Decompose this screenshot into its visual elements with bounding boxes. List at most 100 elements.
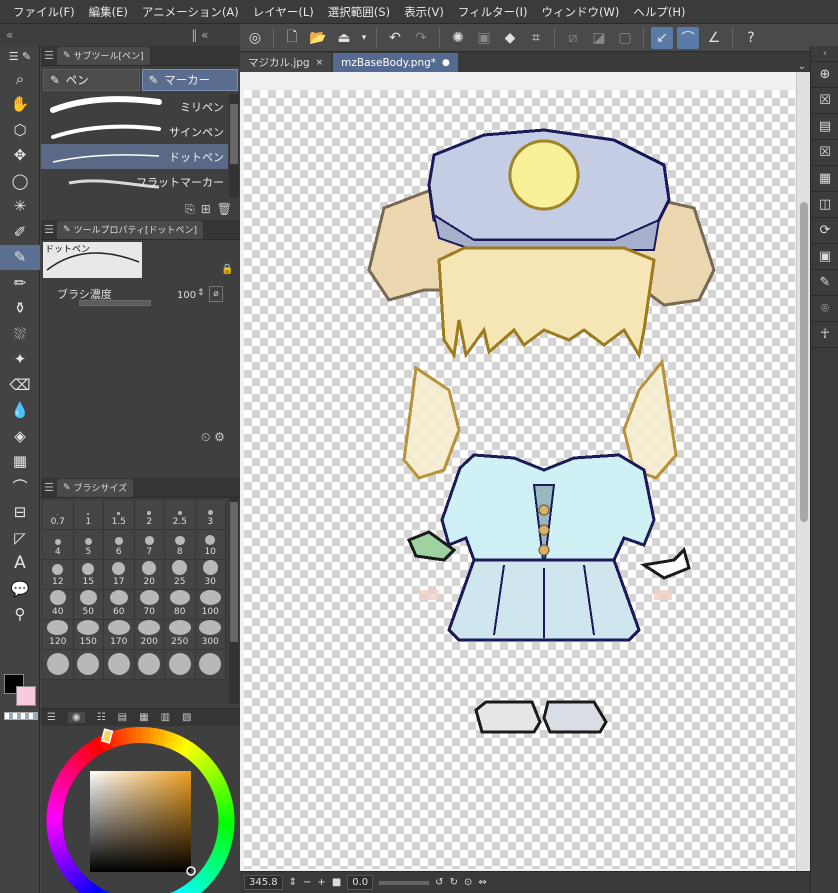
brush-size-cell[interactable]: 50 (73, 590, 104, 620)
camera-icon[interactable]: ⌾ (811, 296, 838, 322)
menu-icon[interactable]: ☰ ✎ (0, 46, 40, 66)
menu-item-1[interactable]: 編集(E) (82, 4, 135, 20)
open-file-icon[interactable]: 📂 (307, 27, 329, 49)
clip-studio-icon[interactable]: ◎ (244, 27, 266, 49)
save-icon[interactable]: ⏏ (333, 27, 355, 49)
brush-size-cell[interactable]: 1 (73, 500, 104, 530)
brush-size-cell[interactable]: 170 (104, 620, 135, 650)
undo-icon[interactable]: ↶ (384, 27, 406, 49)
menu-item-3[interactable]: レイヤー(L) (246, 4, 321, 20)
menu-item-4[interactable]: 選択範囲(S) (321, 4, 397, 20)
brush-size-cell[interactable]: 250 (165, 620, 196, 650)
snap-ruler-icon[interactable]: ↙ (651, 26, 673, 49)
brush-size-cell[interactable]: 100 (195, 590, 226, 620)
brush-size-cell[interactable]: 150 (73, 620, 104, 650)
panel-menu-icon[interactable]: ☰ (41, 223, 57, 236)
copy-subtool-icon[interactable]: ⎘ (185, 202, 195, 217)
zoom-level[interactable]: 345.8 (244, 875, 283, 890)
close-tab-icon[interactable]: ● (442, 58, 450, 68)
rotate-left-icon[interactable]: ↺ (435, 877, 443, 888)
density-spinner-icon[interactable]: ⇕ (197, 288, 205, 298)
brush-size-cell[interactable]: 2 (134, 500, 165, 530)
reset-rotation-icon[interactable]: ⊙ (464, 877, 472, 888)
move-tool-icon[interactable]: ✥ (0, 143, 40, 169)
magic-wand-icon[interactable]: ✳ (0, 194, 40, 220)
brush-item[interactable]: ドットペン (41, 144, 228, 169)
collapse-right-icon[interactable]: ‹ (811, 46, 838, 62)
brush-size-cell[interactable]: 25 (165, 560, 196, 590)
fit-icon[interactable]: ■ (332, 877, 341, 888)
edit-panel-icon[interactable]: ✎ (811, 270, 838, 296)
zoom-spinner-icon[interactable]: ⇕ (289, 877, 297, 888)
transparent-color-swatch[interactable] (4, 712, 38, 720)
similar-color-tab-icon[interactable]: ▥ (161, 712, 170, 723)
panel-menu-icon[interactable]: ☰ (41, 481, 57, 494)
clear-icon[interactable]: ▣ (473, 27, 495, 49)
rotation-angle[interactable]: 0.0 (347, 875, 374, 890)
brush-size-cell[interactable] (43, 650, 74, 680)
sub-color-swatch[interactable] (16, 686, 36, 706)
brush-size-cell[interactable]: 40 (43, 590, 74, 620)
hand-tool-icon[interactable]: ✋ (0, 92, 40, 118)
brush-size-cell[interactable]: 4 (43, 530, 74, 560)
eyedropper-icon[interactable]: ✐ (0, 219, 40, 245)
person-icon[interactable]: ☥ (811, 322, 838, 348)
collapse-left-icon[interactable]: « (0, 28, 19, 42)
subtool-tab[interactable]: ✎ サブツール[ペン] (57, 46, 150, 65)
brush-size-cell[interactable]: 1.5 (104, 500, 135, 530)
collapse-panel-icon[interactable]: ‖ « (185, 28, 214, 42)
color-set-tab-icon[interactable]: ▤ (118, 712, 127, 723)
close-panel-icon[interactable]: ☒ (811, 140, 838, 166)
pattern-icon[interactable]: ▦ (811, 166, 838, 192)
brush-size-cell[interactable]: 70 (134, 590, 165, 620)
selection-frame-icon[interactable]: ▢ (614, 27, 636, 49)
navigator-icon[interactable]: ⊕ (811, 62, 838, 88)
menu-item-2[interactable]: アニメーション(A) (135, 4, 246, 20)
fill-icon[interactable]: ◆ (499, 27, 521, 49)
brush-size-cell[interactable] (165, 650, 196, 680)
flip-icon[interactable]: ⇔ (478, 877, 486, 888)
brush-density-slider[interactable] (79, 300, 151, 306)
intermediate-color-tab-icon[interactable]: ▦ (139, 712, 148, 723)
brush-size-cell[interactable]: 20 (134, 560, 165, 590)
brush-tool-icon[interactable]: ⚱ (0, 296, 40, 322)
document-tab-1[interactable]: mzBaseBody.png* ● (333, 53, 458, 72)
color-wheel[interactable] (41, 726, 240, 893)
brush-item[interactable]: サインペン (41, 119, 228, 144)
brush-size-cell[interactable]: 17 (104, 560, 135, 590)
zoom-out-icon[interactable]: − (303, 877, 311, 888)
trash-icon[interactable]: 🗑 (217, 202, 232, 216)
canvas-area[interactable] (240, 72, 810, 871)
correct-line-tool-icon[interactable]: ⚲ (0, 602, 40, 628)
brush-size-cell[interactable]: 15 (73, 560, 104, 590)
menu-item-6[interactable]: フィルター(I) (451, 4, 535, 20)
loading-icon[interactable]: ✺ (447, 27, 469, 49)
deselect-icon[interactable]: ⧄ (562, 27, 584, 49)
dropdown-icon[interactable]: ▾ (359, 27, 369, 49)
add-subtool-icon[interactable]: ⊞ (201, 202, 211, 216)
subtool-tab-0[interactable]: ✎ ペン (43, 69, 140, 91)
brush-size-cell[interactable]: 120 (43, 620, 74, 650)
brush-item[interactable]: フラットマーカー (41, 169, 228, 194)
lock-icon[interactable]: 🔒 (221, 264, 233, 275)
close-panel-icon[interactable]: ☒ (811, 88, 838, 114)
decoration-tool-icon[interactable]: ✦ (0, 347, 40, 373)
eraser-tool-icon[interactable]: ⌫ (0, 372, 40, 398)
color-wheel-tab-icon[interactable]: ◉ (67, 712, 85, 723)
rotate-panel-icon[interactable]: ⟳ (811, 218, 838, 244)
help-icon[interactable]: ? (740, 27, 762, 49)
panel-menu-icon[interactable]: ☰ (41, 49, 57, 62)
new-file-icon[interactable]: 🗋 (281, 27, 303, 49)
property-footer-icons[interactable]: ⏲ ⚙ (201, 430, 225, 445)
pen-tool-icon[interactable]: ✎ (0, 244, 40, 270)
brush-size-cell[interactable]: 80 (165, 590, 196, 620)
balloon-panel-icon[interactable]: ◫ (811, 192, 838, 218)
menu-item-8[interactable]: ヘルプ(H) (626, 4, 692, 20)
brush-size-cell[interactable]: 8 (165, 530, 196, 560)
zoom-in-icon[interactable]: + (317, 877, 325, 888)
text-tool-icon[interactable]: A (0, 551, 40, 577)
transform-icon[interactable]: ⌗ (525, 27, 547, 49)
color-history-tab-icon[interactable]: ▧ (182, 712, 191, 723)
brush-size-cell[interactable]: 2.5 (165, 500, 196, 530)
canvas-scrollbar[interactable] (796, 72, 810, 871)
